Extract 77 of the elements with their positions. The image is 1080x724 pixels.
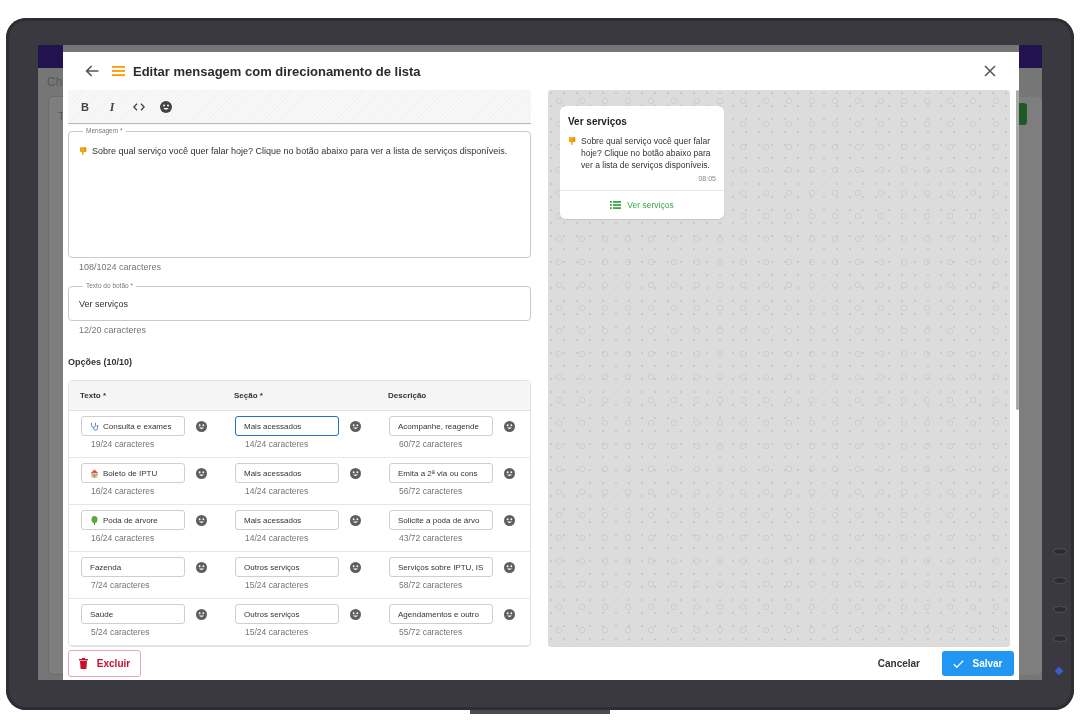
close-icon[interactable]: [984, 65, 996, 77]
column-header: Texto *: [80, 391, 107, 400]
option-input-field[interactable]: Mais acessados: [235, 416, 339, 436]
option-input-field[interactable]: Outros serviços: [235, 557, 339, 577]
character-counter: 15/24 caracteres: [245, 580, 309, 591]
option-input-field[interactable]: Saúde: [81, 604, 185, 624]
character-counter: 12/20 caracteres: [79, 324, 147, 336]
options-heading: Opções (10/10): [68, 356, 133, 368]
tree-icon: [90, 515, 99, 525]
app-header-bar: [38, 45, 63, 68]
column-header: Descrição: [388, 391, 427, 400]
delete-button[interactable]: Excluir: [68, 650, 141, 677]
option-input-field[interactable]: Emita a 2ª via ou cons: [389, 463, 493, 483]
pointing-hand-icon: [79, 146, 88, 155]
emoji-icon[interactable]: [160, 100, 172, 113]
emoji-icon[interactable]: [504, 561, 515, 573]
code-icon[interactable]: [133, 102, 145, 111]
emoji-icon[interactable]: [504, 608, 515, 620]
option-input-field[interactable]: Fazenda: [81, 557, 185, 577]
character-counter: 5/24 caracteres: [91, 627, 150, 638]
character-counter: 19/24 caracteres: [91, 439, 155, 450]
option-input-field[interactable]: Mais acessados: [235, 510, 339, 530]
option-input-field[interactable]: Mais acessados: [235, 463, 339, 483]
character-counter: 60/72 caracteres: [399, 439, 463, 450]
character-counter: 7/24 caracteres: [91, 580, 150, 591]
emoji-icon[interactable]: [196, 467, 207, 479]
option-input-field[interactable]: Solicite a poda de árvo: [389, 510, 493, 530]
emoji-icon[interactable]: [196, 561, 207, 573]
stethoscope-icon: [90, 421, 99, 431]
emoji-icon[interactable]: [350, 561, 361, 573]
emoji-icon[interactable]: [350, 467, 361, 479]
option-input-field[interactable]: Agendamentos e outro: [389, 604, 493, 624]
character-counter: 43/72 caracteres: [399, 533, 463, 544]
emoji-icon[interactable]: [504, 514, 515, 526]
dialog-title: Editar mensagem com direcionamento de lista: [133, 63, 421, 79]
pointing-hand-icon: [568, 136, 577, 145]
option-input-field[interactable]: Serviços sobre IPTU, IS: [389, 557, 493, 577]
list-icon: [610, 201, 622, 209]
option-input-field[interactable]: Consulta e exames: [81, 416, 185, 436]
power-light-icon: [1054, 666, 1064, 676]
emoji-icon[interactable]: [350, 514, 361, 526]
emoji-icon[interactable]: [196, 514, 207, 526]
character-counter: 58/72 caracteres: [399, 580, 463, 591]
character-counter: 14/24 caracteres: [245, 486, 309, 497]
character-counter: 56/72 caracteres: [399, 486, 463, 497]
cancel-button[interactable]: Cancelar: [873, 651, 924, 676]
emoji-icon[interactable]: [504, 467, 515, 479]
character-counter: 16/24 caracteres: [91, 533, 155, 544]
character-counter: 16/24 caracteres: [91, 486, 155, 497]
character-counter: 108/1024 caracteres: [79, 261, 162, 273]
character-counter: 14/24 caracteres: [245, 533, 309, 544]
emoji-icon[interactable]: [196, 608, 207, 620]
emoji-icon[interactable]: [350, 608, 361, 620]
app-header-bar: [1019, 45, 1042, 68]
menu-icon: [112, 66, 125, 76]
back-arrow-icon[interactable]: [85, 65, 99, 77]
accent-strip: [1019, 103, 1027, 125]
italic-button[interactable]: I: [102, 96, 122, 117]
house-icon: [90, 468, 99, 478]
message-text: Sobre qual serviço você quer falar hoje? Clique no botão abaixo para ver a lista de serviços disponíveis.: [92, 146, 508, 156]
check-icon: [953, 659, 965, 668]
character-counter: 55/72 caracteres: [399, 627, 463, 638]
option-input-field[interactable]: Boleto de IPTU: [81, 463, 185, 483]
emoji-icon[interactable]: [196, 420, 207, 432]
option-input-field[interactable]: Outros serviços: [235, 604, 339, 624]
bubble-title: Ver serviços: [568, 116, 627, 128]
trash-icon: [78, 658, 88, 669]
character-counter: 15/24 caracteres: [245, 627, 309, 638]
bold-button[interactable]: B: [75, 96, 95, 117]
option-input-field[interactable]: Acompanhe, reagende: [389, 416, 493, 436]
character-counter: 14/24 caracteres: [245, 439, 309, 450]
column-header: Seção *: [234, 391, 263, 400]
option-input-field[interactable]: Poda de árvore: [81, 510, 185, 530]
bubble-message: Sobre qual serviço você quer falar hoje? Clique no botão abaixo para ver a lista de serviços disponíveis.: [581, 135, 712, 171]
scrollbar[interactable]: [1016, 90, 1019, 410]
emoji-icon[interactable]: [504, 420, 515, 432]
emoji-icon[interactable]: [350, 420, 361, 432]
